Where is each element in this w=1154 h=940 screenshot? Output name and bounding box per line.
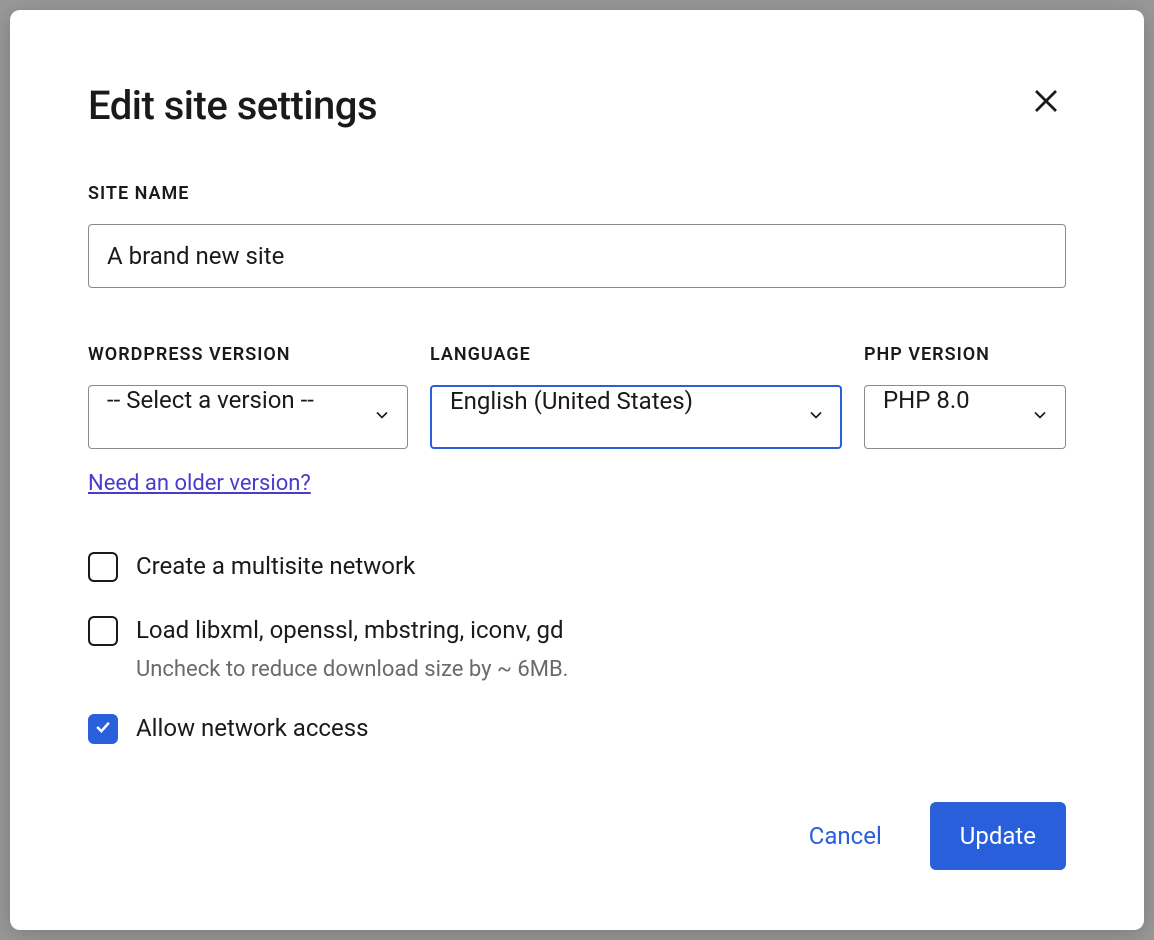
network-row: Allow network access xyxy=(88,712,1066,746)
extensions-checkbox[interactable] xyxy=(88,616,118,646)
close-icon xyxy=(1031,86,1061,119)
extensions-label: Load libxml, openssl, mbstring, iconv, g… xyxy=(136,614,568,648)
extensions-help: Uncheck to reduce download size by ~ 6MB… xyxy=(136,657,568,682)
older-version-link[interactable]: Need an older version? xyxy=(88,471,311,496)
wordpress-version-label: WORDPRESS VERSION xyxy=(88,344,408,365)
site-name-label: SITE NAME xyxy=(88,183,1066,204)
update-button[interactable]: Update xyxy=(930,802,1066,870)
wordpress-version-select[interactable]: -- Select a version -- xyxy=(88,385,408,449)
network-checkbox[interactable] xyxy=(88,714,118,744)
modal-footer: Cancel Update xyxy=(88,762,1066,870)
multisite-label: Create a multisite network xyxy=(136,550,415,584)
check-icon xyxy=(93,717,113,741)
language-field: LANGUAGE English (United States) xyxy=(430,344,842,496)
cancel-button[interactable]: Cancel xyxy=(801,806,890,866)
network-label: Allow network access xyxy=(136,712,369,746)
extensions-row: Load libxml, openssl, mbstring, iconv, g… xyxy=(88,614,1066,683)
edit-site-settings-modal: Edit site settings SITE NAME WORDPRESS V… xyxy=(10,10,1144,930)
multisite-checkbox[interactable] xyxy=(88,552,118,582)
php-version-field: PHP VERSION PHP 8.0 xyxy=(864,344,1066,496)
php-version-label: PHP VERSION xyxy=(864,344,1066,365)
modal-header: Edit site settings xyxy=(88,82,1066,129)
checkbox-group: Create a multisite network Load libxml, … xyxy=(88,550,1066,746)
modal-title: Edit site settings xyxy=(88,82,377,129)
close-button[interactable] xyxy=(1026,82,1066,122)
wordpress-version-field: WORDPRESS VERSION -- Select a version --… xyxy=(88,344,408,496)
php-version-select[interactable]: PHP 8.0 xyxy=(864,385,1066,449)
language-select[interactable]: English (United States) xyxy=(430,385,842,449)
multisite-row: Create a multisite network xyxy=(88,550,1066,584)
language-label: LANGUAGE xyxy=(430,344,842,365)
site-name-field: SITE NAME xyxy=(88,183,1066,288)
site-name-input[interactable] xyxy=(88,224,1066,288)
version-row: WORDPRESS VERSION -- Select a version --… xyxy=(88,344,1066,496)
